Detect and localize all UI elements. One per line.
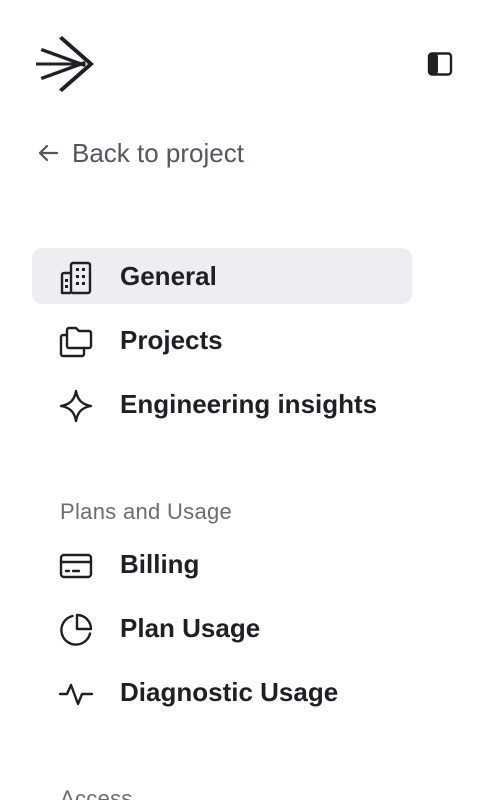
nav-item-billing[interactable]: Billing (32, 536, 412, 592)
back-link-label: Back to project (72, 137, 244, 168)
nav-item-projects[interactable]: Projects (32, 312, 412, 368)
sidebar-toggle-button[interactable] (424, 48, 456, 80)
nav-item-label: Engineering insights (120, 388, 378, 419)
credit-card-icon (58, 548, 94, 584)
nav-item-general[interactable]: General (32, 248, 412, 304)
sparkle-icon (58, 388, 94, 424)
nav-item-label: Billing (120, 548, 200, 579)
nav-item-label: Diagnostic Usage (120, 676, 339, 707)
nav-item-diagnostic-usage[interactable]: Diagnostic Usage (32, 664, 412, 720)
nav-item-plan-usage[interactable]: Plan Usage (32, 600, 412, 656)
section-title-access: Access (60, 786, 133, 800)
activity-icon (58, 676, 94, 712)
section-title-plans-usage: Plans and Usage (60, 499, 233, 524)
building-icon (58, 260, 94, 296)
back-to-project-link[interactable]: Back to project (36, 134, 244, 172)
sidebar-panel-icon (427, 52, 453, 76)
nav-item-label: General (120, 260, 217, 291)
nav-item-engineering-insights[interactable]: Engineering insights (32, 376, 412, 432)
nav-item-label: Plan Usage (120, 612, 261, 643)
settings-sidebar: Back to project General Projects Enginee… (0, 0, 504, 800)
nav-item-label: Projects (120, 324, 223, 355)
app-logo[interactable] (34, 34, 96, 94)
folders-icon (58, 324, 94, 360)
arrow-left-icon (36, 141, 60, 165)
arrow-burst-logo-icon (36, 36, 94, 92)
pie-chart-icon (58, 612, 94, 648)
